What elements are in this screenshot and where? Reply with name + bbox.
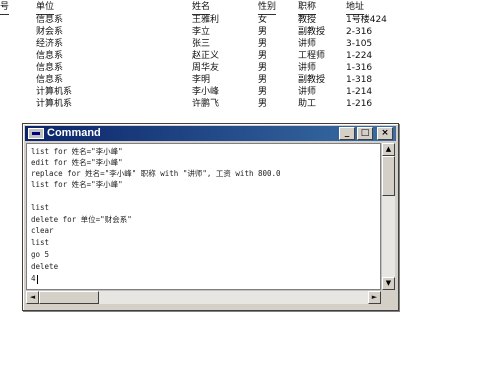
table-row: 财会系 李立 男 副教授 2-316 (0, 26, 490, 38)
cell-title: 讲师 (298, 39, 317, 49)
scroll-up-icon[interactable]: ▲ (382, 143, 395, 156)
cell-unit: 计算机系 (36, 99, 73, 109)
command-line[interactable]: replace for 姓名="李小峰" 职称 with "讲师", 工资 wi… (31, 168, 281, 179)
cell-unit: 信息系 (36, 63, 64, 73)
scroll-down-icon[interactable]: ▼ (382, 277, 395, 290)
cell-name: 张三 (192, 39, 211, 49)
table-header-row: 号 单位 姓名 性别 职称 地址 (0, 1, 490, 15)
scroll-right-icon[interactable]: ► (368, 291, 381, 304)
command-line[interactable]: delete for 单位="财会系" (31, 214, 132, 225)
column-header-name: 姓名 (192, 1, 211, 15)
column-header: 号 (0, 1, 10, 15)
command-line[interactable]: list for 姓名="李小峰" (31, 179, 123, 190)
cell-name: 王雅利 (192, 15, 220, 25)
command-editor[interactable]: list for 姓名="李小峰" edit for 姓名="李小峰" repl… (26, 143, 381, 290)
query-result-table: 号 单位 姓名 性别 职称 地址 信息系 王雅利 女 教授 1号楼424 财会系… (0, 0, 490, 128)
cell-unit: 财会系 (36, 27, 64, 37)
cell-address: 1-224 (346, 51, 373, 61)
command-window[interactable]: Command _ □ × list for 姓名="李小峰" edit for… (22, 123, 399, 311)
cell-name: 赵正义 (192, 51, 220, 61)
cell-gender: 男 (258, 39, 268, 49)
cell-address: 1-216 (346, 99, 373, 109)
column-header-address: 地址 (346, 1, 365, 15)
window-title: Command (47, 127, 101, 139)
cell-name: 许鹏飞 (192, 99, 220, 109)
cell-unit: 计算机系 (36, 87, 73, 97)
cell-unit: 信息系 (36, 15, 64, 25)
table-row: 计算机系 李小峰 男 讲师 1-214 (0, 86, 490, 98)
cell-name: 周华友 (192, 63, 220, 73)
command-line[interactable]: list for 姓名="李小峰" (31, 146, 123, 157)
minimize-button[interactable]: _ (339, 127, 355, 140)
command-line[interactable]: list (31, 238, 49, 247)
cell-unit: 信息系 (36, 75, 64, 85)
command-line-current[interactable]: 4 (31, 274, 38, 284)
cell-title: 副教授 (298, 75, 326, 85)
command-line[interactable]: list (31, 203, 49, 212)
cell-gender: 男 (258, 63, 268, 73)
table-row: 信息系 王雅利 女 教授 1号楼424 (0, 14, 490, 26)
cell-unit: 信息系 (36, 51, 64, 61)
command-line-text[interactable]: 4 (31, 274, 36, 283)
scroll-left-icon[interactable]: ◄ (26, 291, 39, 304)
cell-gender: 男 (258, 75, 268, 85)
column-header-gender: 性别 (258, 1, 277, 15)
cell-title: 工程师 (298, 51, 326, 61)
table-row: 计算机系 许鹏飞 男 助工 1-216 (0, 98, 490, 110)
cell-name: 李立 (192, 27, 211, 37)
cell-gender: 女 (258, 15, 268, 25)
table-row: 信息系 赵正义 男 工程师 1-224 (0, 50, 490, 62)
cell-address: 1-316 (346, 63, 373, 73)
cell-address: 1号楼424 (346, 15, 387, 25)
cell-unit: 经济系 (36, 39, 64, 49)
cell-title: 副教授 (298, 27, 326, 37)
horizontal-scrollbar[interactable]: ◄ ► (26, 290, 381, 304)
cell-gender: 男 (258, 99, 268, 109)
cell-address: 1-318 (346, 75, 373, 85)
cell-name: 李小峰 (192, 87, 220, 97)
resize-grip[interactable] (381, 290, 395, 304)
vertical-scrollbar[interactable]: ▲ ▼ (381, 143, 395, 290)
column-header-title: 职称 (298, 1, 317, 15)
command-line[interactable]: clear (31, 226, 54, 235)
maximize-button[interactable]: □ (357, 127, 373, 140)
cell-title: 教授 (298, 15, 317, 25)
cell-gender: 男 (258, 51, 268, 61)
cell-address: 3-105 (346, 39, 373, 49)
cell-title: 讲师 (298, 87, 317, 97)
table-row: 经济系 张三 男 讲师 3-105 (0, 38, 490, 50)
command-line[interactable]: go 5 (31, 250, 49, 259)
table-row: 信息系 周华友 男 讲师 1-316 (0, 62, 490, 74)
table-row: 信息系 李明 男 副教授 1-318 (0, 74, 490, 86)
cell-address: 2-316 (346, 27, 373, 37)
cell-address: 1-214 (346, 87, 373, 97)
cell-gender: 男 (258, 87, 268, 97)
cell-title: 讲师 (298, 63, 317, 73)
close-button[interactable]: × (377, 127, 393, 140)
text-caret (36, 274, 38, 284)
command-line[interactable]: edit for 姓名="李小峰" (31, 157, 123, 168)
command-line[interactable]: delete (31, 262, 58, 271)
cell-gender: 男 (258, 27, 268, 37)
cell-name: 李明 (192, 75, 211, 85)
column-header-unit: 单位 (36, 1, 55, 15)
foxpro-command-icon (28, 128, 44, 139)
vertical-scroll-thumb[interactable] (382, 156, 395, 196)
command-window-titlebar[interactable]: Command _ □ × (25, 126, 396, 141)
cell-title: 助工 (298, 99, 317, 109)
horizontal-scroll-thumb[interactable] (39, 291, 99, 304)
